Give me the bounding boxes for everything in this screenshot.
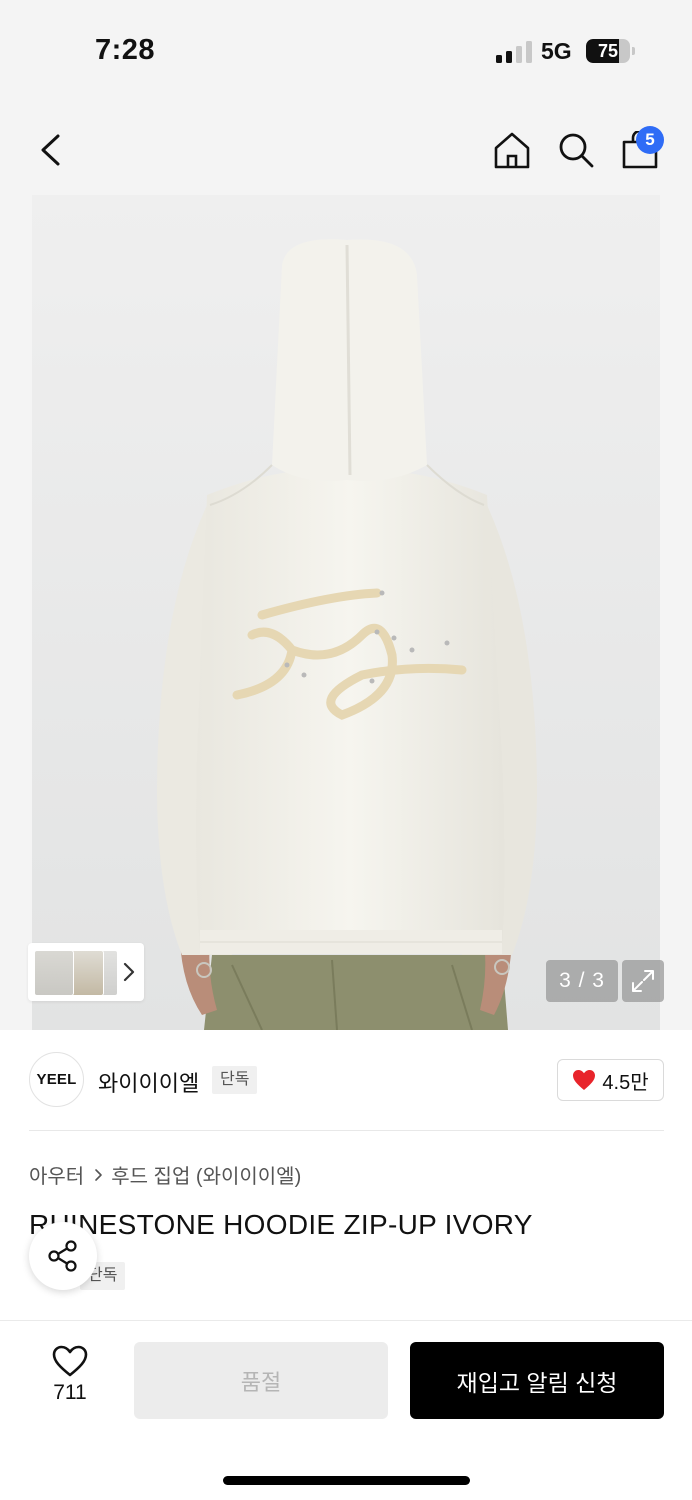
brand-row[interactable]: YEEL 와이이이엘 단독 4.5만 <box>0 1030 692 1130</box>
home-indicator <box>223 1476 470 1485</box>
product-title: RHINESTONE HOODIE ZIP-UP IVORY <box>29 1209 533 1240</box>
wishlist-count: 711 <box>53 1381 87 1404</box>
home-icon <box>494 132 530 169</box>
breadcrumb-item[interactable]: 아우터 <box>29 1160 84 1189</box>
status-bar: 7:28 5G 75 <box>0 0 692 100</box>
bottom-action-bar: 711 품절 재입고 알림 신청 <box>0 1320 692 1500</box>
soldout-button: 품절 <box>134 1342 388 1419</box>
share-icon <box>48 1240 77 1272</box>
status-time: 7:28 <box>95 34 156 66</box>
heart-outline-icon <box>52 1345 88 1377</box>
back-button[interactable] <box>26 128 74 172</box>
battery-percent: 75 <box>597 41 619 61</box>
product-image[interactable] <box>32 195 660 1030</box>
brand-logo[interactable]: YEEL <box>29 1052 84 1107</box>
exclusive-tag: 단독 <box>212 1066 258 1094</box>
battery-cap <box>632 47 635 55</box>
home-button[interactable] <box>488 126 536 174</box>
brand-like-button[interactable]: 4.5만 <box>557 1059 664 1101</box>
share-button[interactable] <box>29 1222 97 1290</box>
battery-icon: 75 <box>586 39 630 63</box>
chevron-right-icon <box>95 1168 103 1181</box>
breadcrumb-item[interactable]: 후드 집업 (와이이이엘) <box>111 1160 301 1189</box>
hoodie-illustration <box>32 195 660 1030</box>
wishlist-button[interactable]: 711 <box>36 1345 104 1415</box>
brand-name[interactable]: 와이이이엘 <box>98 1066 199 1098</box>
thumbnail[interactable] <box>34 950 74 996</box>
search-icon <box>559 133 594 168</box>
chevron-left-icon <box>41 134 60 166</box>
restock-alert-button[interactable]: 재입고 알림 신청 <box>410 1342 664 1419</box>
heart-filled-icon <box>573 1070 596 1090</box>
thumbnail-strip[interactable] <box>28 943 144 1001</box>
network-label: 5G <box>541 38 572 64</box>
brand-like-count: 4.5만 <box>602 1071 649 1094</box>
breadcrumb: 아우터 후드 집업 (와이이이엘) <box>29 1160 301 1189</box>
signal-icon <box>496 41 532 63</box>
search-button[interactable] <box>552 126 600 174</box>
chevron-right-icon <box>123 962 135 982</box>
cart-count-badge: 5 <box>636 126 664 154</box>
divider <box>29 1130 664 1131</box>
expand-button[interactable] <box>622 960 664 1002</box>
top-nav <box>0 100 692 195</box>
product-gallery[interactable]: 3 / 3 <box>0 195 692 1030</box>
image-counter: 3 / 3 <box>546 960 618 1002</box>
breadcrumb-separator <box>94 1168 103 1182</box>
expand-icon <box>632 970 654 992</box>
